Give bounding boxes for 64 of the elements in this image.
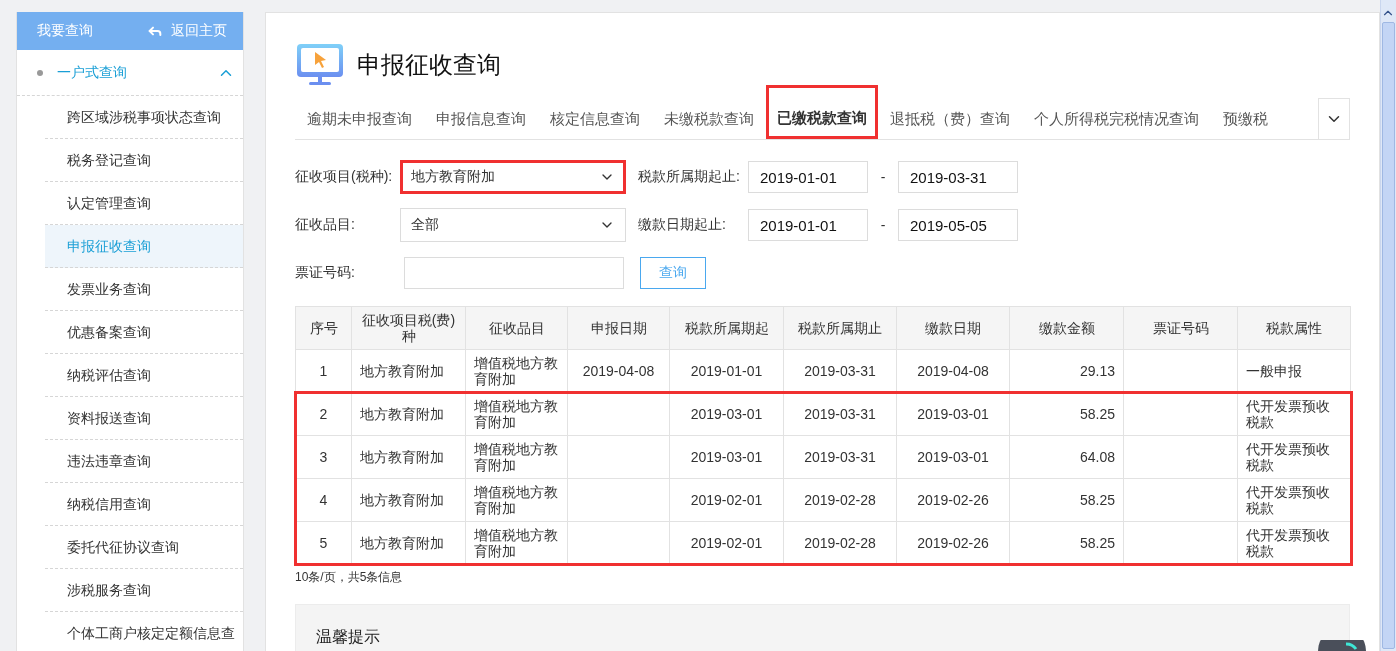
table-cell: 增值税地方教育附加 [465,478,568,522]
bullet-icon [37,69,43,76]
column-header: 缴款日期 [896,306,1010,350]
select-field[interactable]: 地方教育附加 [400,160,626,194]
date-field[interactable]: 2019-01-01 [748,209,868,241]
table-cell: 2019-02-26 [896,478,1010,522]
table-cell: 2019-03-31 [783,435,897,479]
date-field[interactable]: 2019-01-01 [748,161,868,193]
table-cell: 1 [295,349,352,393]
table-cell: 4 [295,478,352,522]
column-header: 申报日期 [567,306,670,350]
table-cell: 58.25 [1009,392,1124,436]
page-title: 申报征收查询 [357,50,501,80]
table-cell: 2019-03-01 [896,435,1010,479]
table-cell: 2019-02-01 [669,478,784,522]
tab[interactable]: 已缴税款查询 [766,85,878,139]
table-cell: 58.25 [1009,478,1124,522]
table-cell: 增值税地方教育附加 [465,392,568,436]
field-label: 征收品目: [295,216,356,234]
table-cell: 3 [295,435,352,479]
scrollbar[interactable] [1380,0,1396,651]
more-tabs-button[interactable] [1318,98,1350,139]
range-separator: - [879,169,887,185]
column-header: 票证号码 [1123,306,1238,350]
column-header: 序号 [295,306,352,350]
tab[interactable]: 逾期未申报查询 [295,99,424,139]
table-cell: 2019-02-28 [783,478,897,522]
floating-widget-icon[interactable] [1316,640,1368,651]
field-label: 税款所属期起止: [638,168,741,186]
date-field[interactable]: 2019-05-05 [898,209,1018,241]
table-cell: 地方教育附加 [351,435,466,479]
column-header: 缴款金额 [1009,306,1124,350]
field-label: 票证号码: [295,264,356,282]
monitor-icon [295,43,345,87]
table-cell: 地方教育附加 [351,392,466,436]
table-cell: 2019-03-01 [669,392,784,436]
field-label: 缴款日期起止: [638,216,727,234]
column-header: 征收品目 [465,306,568,350]
tab[interactable]: 未缴税款查询 [652,99,766,139]
table-cell: 增值税地方教育附加 [465,435,568,479]
table-cell: 2019-03-01 [896,392,1010,436]
table-cell: 2019-03-31 [783,392,897,436]
select-field[interactable]: 全部 [400,208,626,242]
range-separator: - [879,217,887,233]
sidebar-title: 我要查询 [37,22,93,40]
tip-title: 温馨提示 [316,628,380,645]
tab[interactable]: 申报信息查询 [424,99,538,139]
pagination-info: 10条/页，共5条信息 [295,569,404,586]
tab[interactable]: 退抵税（费）查询 [878,99,1022,139]
table-cell: 64.08 [1009,435,1124,479]
table-cell: 2 [295,392,352,436]
tab[interactable]: 预缴税 [1211,99,1280,139]
column-header: 税款所属期止 [783,306,897,350]
table-cell: 2019-03-01 [669,435,784,479]
date-field[interactable]: 2019-03-31 [898,161,1018,193]
field-label: 征收项目(税种): [295,168,394,186]
scrollbar-thumb[interactable] [1382,22,1395,649]
column-header: 征收项目税(费)种 [351,306,466,350]
tab[interactable]: 个人所得税完税情况查询 [1022,99,1211,139]
tab[interactable]: 核定信息查询 [538,99,652,139]
column-header: 税款属性 [1237,306,1351,350]
column-header: 税款所属期起 [669,306,784,350]
table-cell: 地方教育附加 [351,478,466,522]
input-field[interactable] [404,257,624,289]
